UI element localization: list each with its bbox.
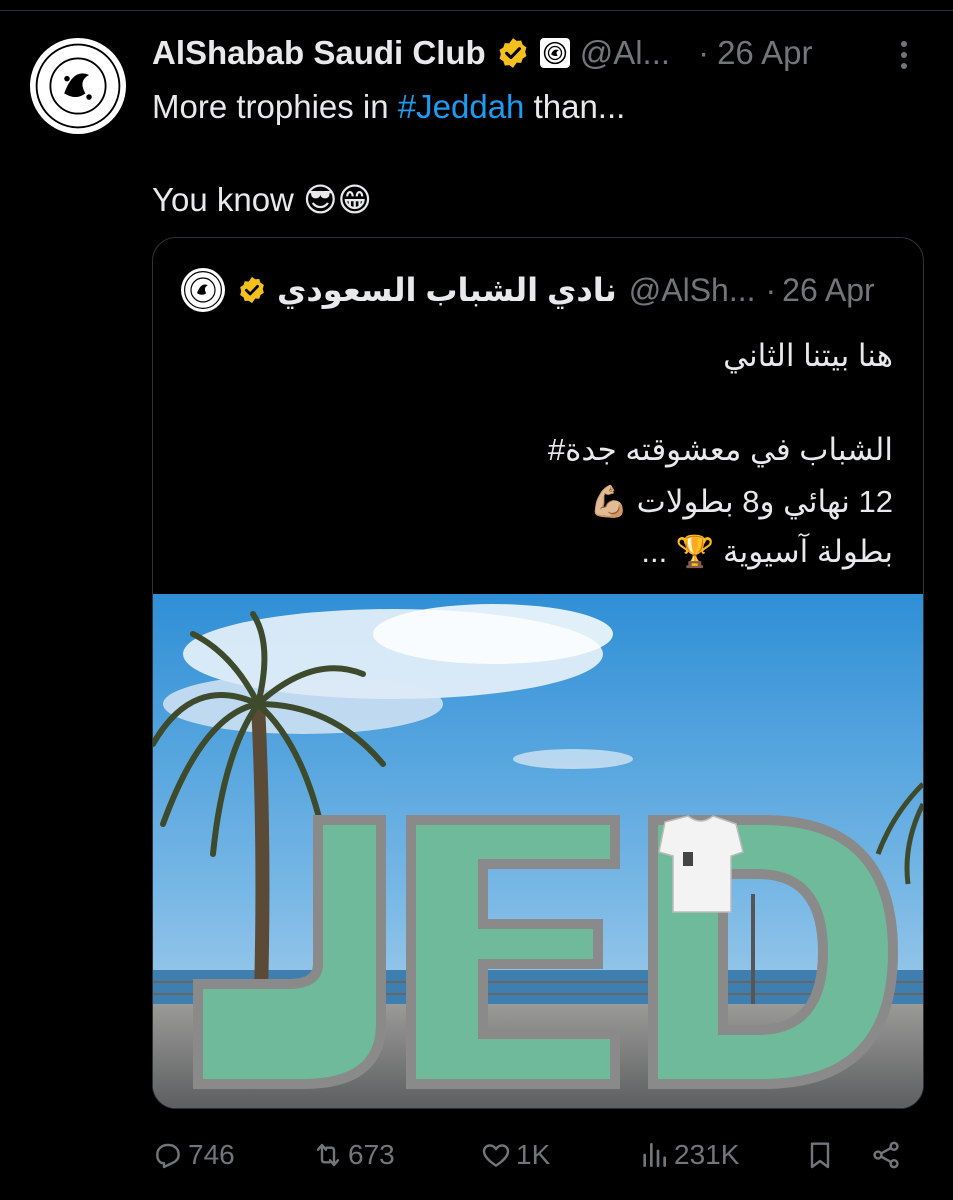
reply-count: 746 bbox=[188, 1139, 235, 1170]
views-button[interactable]: 231K bbox=[638, 1130, 739, 1180]
quoted-text-line: بطولة آسيوية 🏆 ... bbox=[641, 534, 893, 569]
quoted-avatar bbox=[181, 268, 225, 312]
like-count: 1K bbox=[516, 1139, 551, 1170]
reply-icon bbox=[156, 1143, 180, 1169]
tweet-date[interactable]: 26 Apr bbox=[717, 34, 812, 72]
repost-button[interactable]: 673 bbox=[312, 1130, 395, 1180]
like-button[interactable]: 1K bbox=[480, 1130, 550, 1180]
affiliate-badge-icon[interactable] bbox=[539, 38, 570, 68]
bookmark-icon bbox=[810, 1142, 830, 1169]
top-divider bbox=[0, 10, 953, 11]
emoji: 😎😁 bbox=[303, 181, 372, 218]
tweet-text-part: You know bbox=[152, 181, 294, 218]
quoted-date: 26 Apr bbox=[782, 271, 875, 308]
quoted-tweet[interactable]: نادي الشباب السعودي @AlSh... · 26 Apr هن… bbox=[152, 237, 924, 1109]
author-avatar[interactable] bbox=[30, 38, 126, 134]
quoted-text-line: هنا بيتنا الثاني bbox=[723, 338, 893, 373]
hashtag-link[interactable]: #Jeddah bbox=[398, 88, 525, 125]
verified-gold-icon[interactable] bbox=[496, 36, 530, 70]
views-icon bbox=[643, 1143, 666, 1167]
separator-dot: · bbox=[765, 271, 777, 308]
separator-dot: · bbox=[698, 34, 710, 71]
quoted-handle: @AlSh... bbox=[628, 271, 756, 308]
view-count: 231K bbox=[674, 1139, 740, 1170]
quoted-text-line: 12 نهائي و8 بطولات 💪🏼 bbox=[589, 484, 893, 519]
more-icon[interactable] bbox=[895, 38, 913, 72]
author-name[interactable]: AlShabab Saudi Club bbox=[152, 34, 486, 72]
share-button[interactable] bbox=[870, 1130, 906, 1180]
tweet-actions: 746 673 1K 231K bbox=[0, 1130, 953, 1180]
bookmark-button[interactable] bbox=[804, 1130, 840, 1180]
quoted-header: نادي الشباب السعودي @AlSh... · 26 Apr bbox=[181, 268, 875, 312]
quoted-text-line: الشباب في معشوقته جدة# bbox=[547, 432, 893, 467]
tweet-text-part: than... bbox=[524, 88, 626, 125]
tweet-text-part: More trophies in bbox=[152, 88, 398, 125]
quoted-photo[interactable] bbox=[153, 594, 923, 1108]
quoted-author-name: نادي الشباب السعودي bbox=[277, 272, 617, 308]
reply-button[interactable]: 746 bbox=[152, 1130, 235, 1180]
author-handle[interactable]: @Al... bbox=[580, 34, 670, 72]
like-icon bbox=[482, 1144, 510, 1167]
club-logo-icon bbox=[34, 42, 122, 130]
tweet-header: AlShabab Saudi Club @Al... · 26 Apr bbox=[152, 28, 812, 78]
share-icon bbox=[873, 1141, 899, 1169]
tweet-text: More trophies in #Jeddah than... bbox=[152, 83, 625, 131]
verified-gold-icon bbox=[237, 275, 267, 305]
repost-icon bbox=[316, 1143, 340, 1167]
repost-count: 673 bbox=[348, 1139, 395, 1170]
tweet-text-line2: You know 😎😁 bbox=[152, 176, 372, 224]
